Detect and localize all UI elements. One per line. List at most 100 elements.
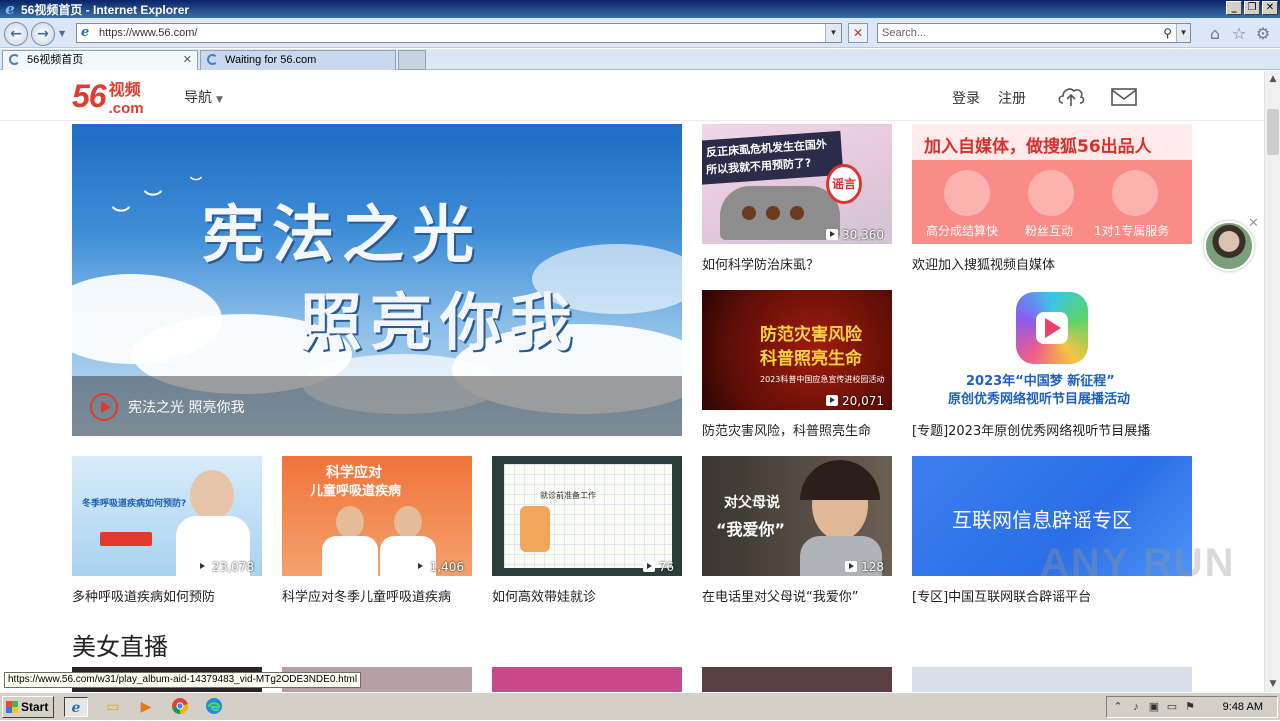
topic-thumbnail[interactable]: 2023年“中国梦 新征程” 原创优秀网络视听节目展播活动 (912, 290, 1192, 410)
page-viewport: 56 视频 .com 导航 ▼ 登录 注册 ︶ ︶ ︶ 宪法之光 照亮你我 宪法… (0, 71, 1264, 692)
status-url-tooltip: https://www.56.com/w31/play_album-aid-14… (4, 672, 362, 688)
tray-flag-icon[interactable]: ⚑ (1183, 700, 1197, 714)
tab-close-icon[interactable]: ✕ (183, 51, 192, 69)
topic-title[interactable]: [专区]中国互联网联合辟谣平台 (912, 586, 1202, 605)
rumor-badge: 谣言 (826, 164, 862, 204)
promo-title[interactable]: 欢迎加入搜狐视频自媒体 (912, 254, 1202, 273)
video-thumbnail[interactable]: 反正床虱危机发生在国外 所以我就不用预防了? 谣言 30,360 (702, 124, 892, 244)
taskbar-ie-icon[interactable]: e (64, 697, 88, 717)
page-ie-icon: e (81, 25, 90, 40)
window-titlebar: e 56视频首页 - Internet Explorer _ ❐ ✕ (0, 0, 1280, 18)
bird-icon: ︶ (144, 190, 162, 211)
view-count: 1,406 (413, 560, 464, 574)
scroll-thumb[interactable] (1267, 109, 1279, 155)
forward-button[interactable]: → (31, 22, 55, 46)
tab-waiting[interactable]: Waiting for 56.com (200, 50, 396, 70)
video-thumbnail[interactable]: 冬季呼吸道疾病如何预防? 23,078 (72, 456, 262, 576)
favorites-star-icon[interactable]: ☆ (1230, 25, 1248, 43)
site-header: 56 视频 .com 导航 ▼ 登录 注册 (0, 71, 1264, 121)
video-title[interactable]: 在电话里对父母说“我爱你” (702, 586, 902, 605)
search-icon[interactable]: ⚲ (1163, 24, 1172, 42)
video-thumbnail[interactable]: 防范灾害风险 科普照亮生命 2023科普中国应急宣传进校园活动 20,071 (702, 290, 892, 410)
play-circle-icon[interactable] (90, 393, 118, 421)
video-thumbnail[interactable]: 科学应对 儿童呼吸道疾病 1,406 (282, 456, 472, 576)
video-title[interactable]: 如何科学防治床虱？ (702, 254, 902, 273)
topic-title[interactable]: [专题]2023年原创优秀网络视听节目展播 (912, 420, 1202, 439)
thumb-text: 科普照亮生命 (760, 349, 862, 369)
video-thumbnail[interactable]: 对父母说 “我爱你” 128 (702, 456, 892, 576)
nav-menu-label: 导航 (184, 90, 212, 106)
video-title[interactable]: 多种呼吸道疾病如何预防 (72, 586, 272, 605)
watermark-text: ANY RUN (1040, 541, 1236, 585)
logo-cn: 视频 (108, 79, 141, 99)
tab-label: Waiting for 56.com (225, 54, 317, 66)
promo-feature: 高分成结算快 (926, 224, 999, 238)
scroll-down-icon[interactable]: ▼ (1265, 676, 1280, 692)
vertical-scrollbar[interactable]: ▲ ▼ (1264, 71, 1280, 692)
tray-display-icon[interactable]: ▭ (1165, 700, 1179, 714)
hero-banner[interactable]: ︶ ︶ ︶ 宪法之光 照亮你我 宪法之光 照亮你我 (72, 124, 682, 436)
tray-volume-icon[interactable]: ♪ (1129, 700, 1143, 714)
address-dropdown-icon[interactable]: ▼ (825, 24, 841, 42)
view-count: 76 (642, 560, 674, 574)
browser-navbar: ← → ▼ e https://www.56.com/ ▼ ✕ Search..… (0, 18, 1280, 48)
bird-icon: ︶ (112, 206, 130, 227)
new-tab-button[interactable] (398, 50, 426, 70)
topic-headline: 2023年“中国梦 新征程” (966, 374, 1115, 389)
tray-expand-icon[interactable]: ⌃ (1111, 700, 1125, 714)
live-thumbnail[interactable] (492, 667, 682, 692)
play-icon (826, 395, 838, 406)
mail-icon[interactable] (1111, 87, 1137, 107)
video-title[interactable]: 如何高效带娃就诊 (492, 586, 692, 605)
video-title[interactable]: 科学应对冬季儿童呼吸道疾病 (282, 586, 482, 605)
floating-avatar[interactable] (1204, 221, 1254, 271)
view-count: 128 (845, 560, 884, 574)
close-button[interactable]: ✕ (1262, 1, 1278, 15)
live-thumbnail[interactable] (702, 667, 892, 692)
minimize-button[interactable]: _ (1226, 1, 1242, 15)
live-thumbnail[interactable] (912, 667, 1192, 692)
tray-network-icon[interactable]: ▣ (1147, 700, 1161, 714)
thumb-text: 科学应对 (326, 465, 382, 481)
promo-thumbnail[interactable]: 加入自媒体，做搜狐56出品人 高分成结算快 粉丝互动 1对1专属服务 (912, 124, 1192, 244)
video-title[interactable]: 防范灾害风险，科普照亮生命 (702, 420, 902, 439)
address-bar[interactable]: e https://www.56.com/ ▼ (76, 23, 842, 43)
site-logo[interactable]: 56 视频 .com (72, 78, 144, 117)
promo-feature: 粉丝互动 (1025, 224, 1074, 238)
login-link[interactable]: 登录 (952, 88, 980, 108)
thumb-text: 防范灾害风险 (760, 325, 862, 345)
video-thumbnail[interactable]: 就诊前准备工作 76 (492, 456, 682, 576)
taskbar-edge-icon[interactable] (202, 697, 226, 717)
search-placeholder: Search... (882, 27, 927, 39)
tray-clock: 9:48 AM (1222, 701, 1263, 713)
thumb-text: 对父母说 (724, 495, 780, 511)
back-button[interactable]: ← (4, 22, 28, 46)
nav-menu[interactable]: 导航 ▼ (184, 87, 223, 107)
topic-subheadline: 原创优秀网络视听节目展播活动 (948, 392, 1131, 407)
ie-logo-icon: e (5, 0, 15, 18)
search-input[interactable]: Search... ⚲ ▼ (877, 23, 1191, 43)
address-text: https://www.56.com/ (99, 27, 198, 39)
history-dropdown-icon[interactable]: ▼ (59, 29, 65, 38)
logo-com: .com (108, 99, 144, 117)
taskbar: Start e ▭ ▶ ⌃ ♪ ▣ ▭ ⚑ 9:48 AM (0, 692, 1280, 720)
gear-icon[interactable]: ⚙ (1254, 25, 1272, 43)
taskbar-explorer-icon[interactable]: ▭ (101, 697, 125, 717)
home-icon[interactable]: ⌂ (1206, 25, 1224, 43)
restore-button[interactable]: ❐ (1244, 1, 1260, 15)
stop-button[interactable]: ✕ (848, 23, 868, 43)
tab-56-home[interactable]: 56视频首页 ✕ (2, 50, 198, 70)
upload-cloud-icon[interactable] (1056, 84, 1086, 108)
hero-title[interactable]: 宪法之光 照亮你我 (128, 397, 244, 417)
taskbar-media-icon[interactable]: ▶ (134, 697, 158, 717)
floating-close-icon[interactable]: ✕ (1248, 216, 1259, 231)
search-dropdown-icon[interactable]: ▼ (1176, 24, 1190, 42)
scroll-up-icon[interactable]: ▲ (1265, 71, 1280, 87)
taskbar-chrome-icon[interactable] (168, 697, 192, 717)
start-button[interactable]: Start (2, 696, 54, 718)
register-link[interactable]: 注册 (998, 88, 1026, 108)
hero-caption: 宪法之光 照亮你我 (72, 376, 682, 436)
tab-bar: 56视频首页 ✕ Waiting for 56.com (0, 49, 1280, 70)
view-count: 30,360 (826, 228, 884, 242)
topic-headline: 互联网信息辟谣专区 (952, 508, 1132, 532)
